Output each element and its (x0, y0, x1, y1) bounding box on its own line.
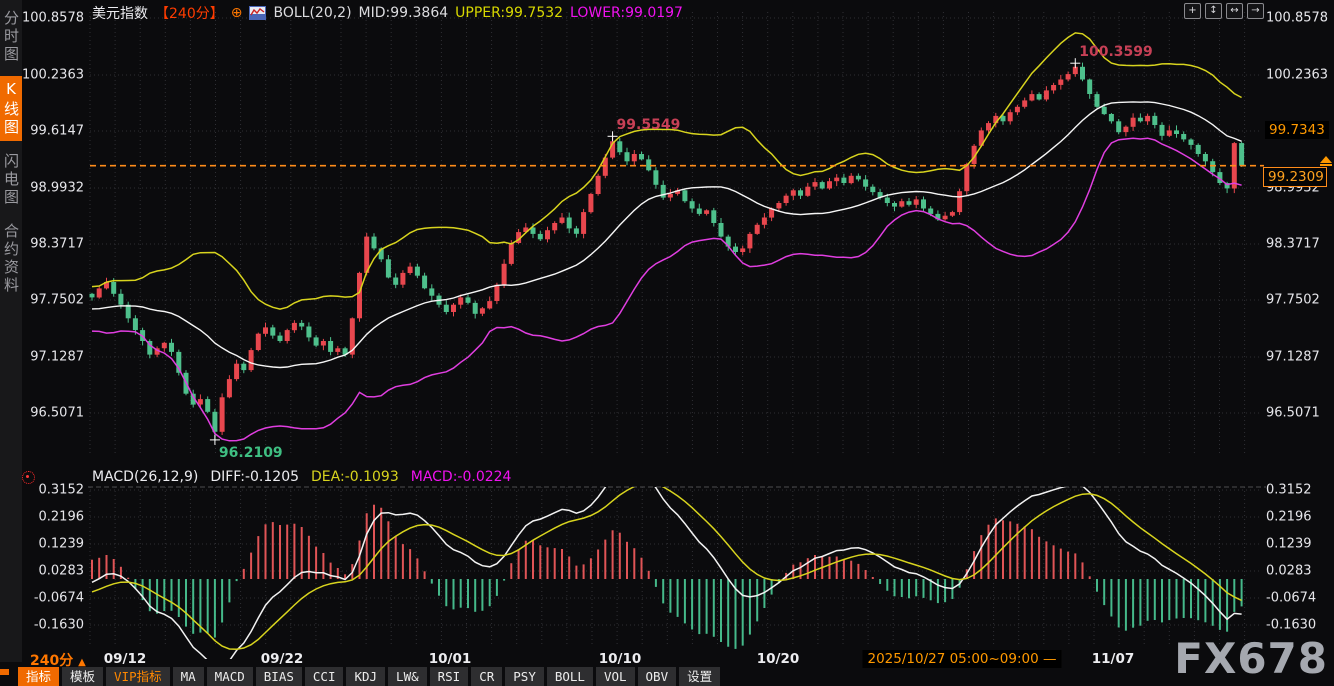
price-axis-label-right: 96.5071 (1266, 406, 1320, 421)
time-tick: 10/01 (429, 651, 472, 667)
macd-axis-label-right: 0.0283 (1266, 564, 1312, 579)
macd-dea-value: DEA:-0.1093 (311, 469, 399, 485)
price-axis-label-right: 97.7502 (1266, 293, 1320, 308)
macd-axis-label-right: 0.3152 (1266, 483, 1312, 498)
toolbar-button-MACD[interactable]: MACD (207, 667, 253, 686)
time-axis: 240分 ▲ 09/1209/2210/0110/1010/2011/07202… (0, 650, 1334, 668)
macd-header: MACD(26,12,9) DIFF:-0.1205 DEA:-0.1093 M… (92, 469, 511, 485)
extreme-high-label: 100.3599 (1079, 44, 1153, 60)
main-chart-header: 美元指数 【240分】 ⊕ BOLL(20,2) MID:99.3864 UPP… (92, 3, 683, 23)
macd-axis-label-right: -0.1630 (1266, 618, 1316, 633)
toolbar-button-KDJ[interactable]: KDJ (346, 667, 385, 686)
boll-indicator-label: BOLL(20,2) (273, 5, 351, 21)
boll-upper-value: UPPER:99.7532 (455, 5, 563, 21)
macd-axis-label-right: 0.1239 (1266, 537, 1312, 552)
toolbar-button-模板[interactable]: 模板 (62, 667, 103, 686)
indicator-chart-icon[interactable] (249, 6, 266, 20)
toolbar-button-MA[interactable]: MA (173, 667, 204, 686)
toolbar-button-VOL[interactable]: VOL (596, 667, 635, 686)
price-axis-label-right: 100.8578 (1266, 11, 1328, 26)
period-tag: 【240分】 (155, 3, 224, 23)
scroll-right-icon[interactable]: → (1247, 3, 1264, 19)
time-tick: 09/12 (104, 651, 147, 667)
chart-tools: +↕↔→ (1184, 3, 1264, 19)
sidebar-item-flash-chart[interactable]: 闪电图 (0, 149, 22, 211)
extreme-high-label: 99.5549 (617, 117, 681, 133)
price-up-arrow-icon (1320, 156, 1332, 166)
highlighted-time-range: 2025/10/27 05:00~09:00 — (862, 650, 1061, 668)
price-axis-label-right: 100.2363 (1266, 68, 1328, 83)
macd-diff-value: DIFF:-0.1205 (210, 469, 299, 485)
add-overlay-icon[interactable]: ⊕ (231, 5, 243, 21)
app: { "header": { "title": "美元指数", "period_t… (0, 0, 1334, 686)
sidebar-item-kline-chart[interactable]: K线图 (0, 76, 22, 141)
toolbar-button-LW&[interactable]: LW& (388, 667, 427, 686)
boll-lower-value: LOWER:99.0197 (570, 5, 683, 21)
indicator-toolbar: 指标模板VIP指标MAMACDBIASCCIKDJLW&RSICRPSYBOLL… (18, 667, 720, 686)
toolbar-button-PSY[interactable]: PSY (505, 667, 544, 686)
toolbar-button-CCI[interactable]: CCI (305, 667, 344, 686)
zoom-horizontal-icon[interactable]: ↔ (1226, 3, 1243, 19)
arrow-base (1320, 164, 1332, 166)
time-tick: 10/10 (599, 651, 642, 667)
pan-icon[interactable]: + (1184, 3, 1201, 19)
indicator-settings-icon[interactable] (22, 471, 35, 484)
zoom-vertical-icon[interactable]: ↕ (1205, 3, 1222, 19)
time-tick: 09/22 (261, 651, 304, 667)
macd-axis-label-right: 0.2196 (1266, 510, 1312, 525)
toolbar-button-VIP指标[interactable]: VIP指标 (106, 667, 170, 686)
chart-canvas[interactable] (0, 0, 1334, 686)
price-axis-label-right: 98.3717 (1266, 237, 1320, 252)
toolbar-button-设置[interactable]: 设置 (679, 667, 720, 686)
sidebar-item-contract-info[interactable]: 合约资料 (0, 219, 22, 299)
toolbar-button-OBV[interactable]: OBV (638, 667, 677, 686)
macd-axis-label-right: -0.0674 (1266, 591, 1316, 606)
time-tick: 11/07 (1092, 651, 1135, 667)
macd-macd-value: MACD:-0.0224 (411, 469, 512, 485)
extreme-low-label: 96.2109 (219, 445, 283, 461)
time-tick: 10/20 (757, 651, 800, 667)
chart-window: 分时图 K线图闪电图合约资料 美元指数 【240分】 ⊕ BOLL(20,2) M… (0, 0, 1334, 686)
current-price-badge: 99.2309 (1263, 167, 1327, 187)
macd-title: MACD(26,12,9) (92, 469, 198, 485)
price-axis-label-right: 97.1287 (1266, 350, 1320, 365)
symbol-title: 美元指数 (92, 3, 148, 23)
toolbar-overflow-indicator (0, 669, 9, 675)
sidebar: 分时图 K线图闪电图合约资料 (0, 0, 22, 662)
upper-band-badge: 99.7343 (1265, 121, 1329, 139)
boll-lower-line (92, 138, 1242, 441)
toolbar-button-RSI[interactable]: RSI (430, 667, 469, 686)
toolbar-button-BOLL[interactable]: BOLL (547, 667, 593, 686)
toolbar-button-BIAS[interactable]: BIAS (256, 667, 302, 686)
boll-mid-value: MID:99.3864 (359, 5, 449, 21)
toolbar-button-CR[interactable]: CR (471, 667, 502, 686)
toolbar-button-指标[interactable]: 指标 (18, 667, 59, 686)
up-triangle-icon (1320, 156, 1332, 163)
sidebar-item-time-chart[interactable]: 分时图 (0, 6, 22, 68)
